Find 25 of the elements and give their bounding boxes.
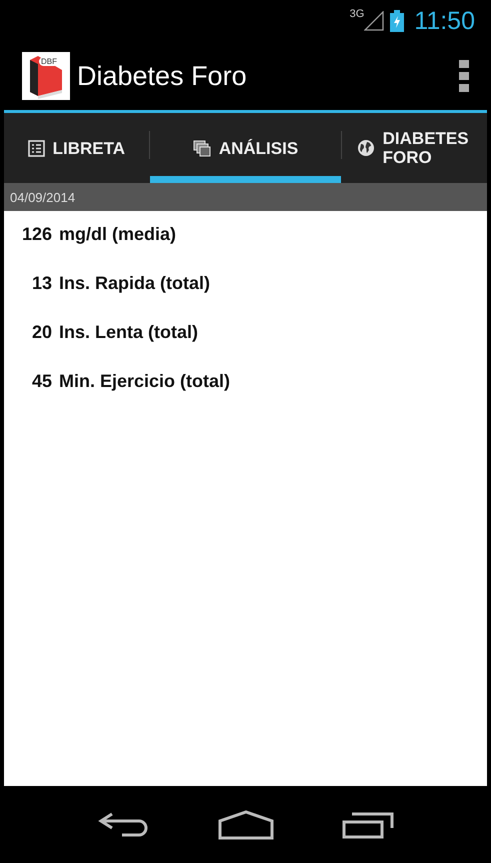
globe-icon — [356, 139, 375, 157]
list-icon — [28, 140, 45, 156]
app-logo[interactable]: DBF — [22, 52, 70, 100]
tab[interactable]: LIBRETA — [4, 113, 149, 183]
date-text: 04/09/2014 — [10, 190, 76, 204]
stat-value: 13 — [30, 273, 52, 294]
stat-label: mg/dl (media) — [59, 224, 176, 245]
app-title: Diabetes Foro — [77, 60, 248, 92]
logo-text: DBF — [39, 57, 59, 66]
network-type: 3G — [350, 8, 364, 20]
stat-label: Min. Ejercicio (total) — [59, 371, 230, 392]
back-icon[interactable] — [98, 810, 150, 838]
windows-icon — [192, 140, 211, 156]
recent-apps-icon[interactable] — [342, 810, 394, 838]
stat-value: 126 — [20, 224, 52, 245]
clock-time: 11:50 — [414, 6, 475, 36]
stat-value: 45 — [30, 371, 52, 392]
battery-icon — [390, 10, 404, 32]
signal-icon — [364, 11, 384, 31]
stat-label: Ins. Rapida (total) — [59, 273, 210, 294]
overflow-menu-icon[interactable] — [459, 60, 469, 92]
stat-value: 20 — [30, 322, 52, 343]
home-icon[interactable] — [218, 810, 274, 840]
tab[interactable]: DIABETES FORO — [342, 113, 488, 183]
stat-label: Ins. Lenta (total) — [59, 322, 198, 343]
